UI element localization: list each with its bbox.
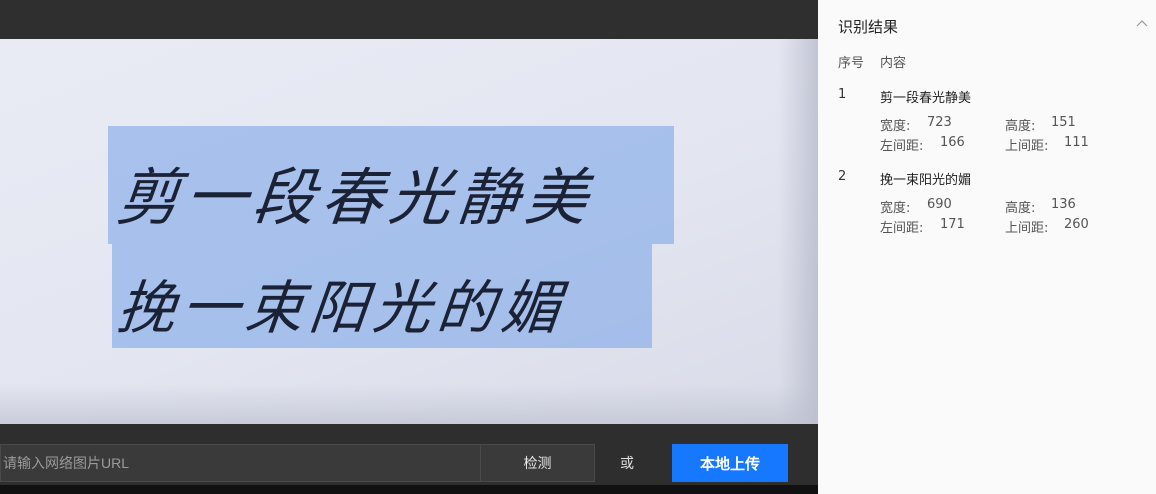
height-value: 136 bbox=[1051, 197, 1076, 212]
chevron-up-icon[interactable] bbox=[1136, 18, 1148, 30]
preview-top-bar bbox=[0, 0, 818, 39]
height-label: 高度: bbox=[1005, 119, 1036, 134]
width-value: 690 bbox=[927, 197, 952, 212]
top-offset-value: 260 bbox=[1064, 217, 1089, 232]
column-header-index: 序号 bbox=[838, 56, 865, 71]
result-panel-title: 识别结果 bbox=[838, 18, 899, 36]
column-header-content: 内容 bbox=[880, 56, 907, 71]
handwriting-line-1: 剪一段春光静美 bbox=[113, 161, 598, 234]
handwriting-line-2: 挽一束阳光的媚 bbox=[113, 274, 570, 342]
left-offset-value: 171 bbox=[940, 217, 965, 232]
result-panel: 识别结果 序号 内容 1 剪一段春光静美 宽度: 723 高度: 151 左间距… bbox=[818, 0, 1156, 494]
left-offset-label: 左间距: bbox=[880, 221, 924, 236]
or-separator: 或 bbox=[620, 456, 634, 472]
input-bar-edge bbox=[0, 485, 818, 494]
image-preview-area: 剪一段春光静美 挽一束阳光的媚 检测 或 本地上传 bbox=[0, 0, 818, 494]
height-value: 151 bbox=[1051, 115, 1076, 130]
width-value: 723 bbox=[927, 115, 952, 130]
photo-bottom-shadow bbox=[0, 384, 818, 424]
width-label: 宽度: bbox=[880, 119, 911, 134]
result-row-text: 剪一段春光静美 bbox=[880, 91, 972, 106]
height-label: 高度: bbox=[1005, 201, 1036, 216]
local-upload-button[interactable]: 本地上传 bbox=[672, 444, 788, 482]
detect-button[interactable]: 检测 bbox=[480, 444, 595, 482]
result-row-index: 1 bbox=[838, 87, 847, 102]
result-row-index: 2 bbox=[838, 169, 847, 184]
uploaded-photo: 剪一段春光静美 挽一束阳光的媚 bbox=[0, 39, 818, 424]
top-offset-label: 上间距: bbox=[1005, 139, 1049, 154]
result-row-text: 挽一束阳光的媚 bbox=[880, 173, 972, 188]
top-offset-value: 111 bbox=[1064, 135, 1089, 150]
photo-edge-shadow bbox=[778, 39, 818, 424]
left-offset-label: 左间距: bbox=[880, 139, 924, 154]
width-label: 宽度: bbox=[880, 201, 911, 216]
image-url-input[interactable] bbox=[0, 444, 480, 482]
top-offset-label: 上间距: bbox=[1005, 221, 1049, 236]
left-offset-value: 166 bbox=[940, 135, 965, 150]
